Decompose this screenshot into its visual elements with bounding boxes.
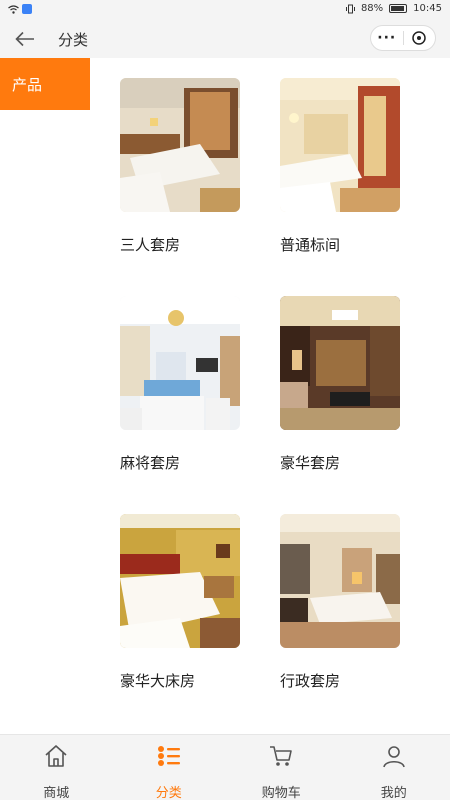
product-image: [120, 296, 240, 430]
tab-me[interactable]: 我的: [338, 735, 450, 800]
product-name: 豪华大床房: [120, 672, 196, 690]
battery-icon: [389, 4, 408, 13]
product-card[interactable]: 普通标间: [280, 78, 402, 255]
product-name: 豪华套房: [280, 454, 341, 472]
product-card[interactable]: 豪华套房: [280, 296, 402, 473]
status-left: [8, 4, 32, 14]
status-right: 88% 10:45: [345, 3, 442, 14]
product-image: [280, 78, 400, 212]
tab-label: 分类: [155, 786, 182, 800]
category-icon: [157, 744, 181, 768]
more-button[interactable]: ···: [371, 25, 403, 51]
product-name: 行政套房: [280, 672, 341, 690]
product-card[interactable]: 三人套房: [120, 78, 242, 255]
wifi-icon: [8, 4, 19, 14]
cart-icon: [269, 744, 293, 768]
vibrate-icon: [345, 4, 355, 13]
tab-cart[interactable]: 购物车: [225, 735, 338, 800]
product-grid: 三人套房 普通标间 麻将套房 豪华套房 豪华大床房 行政套房: [90, 58, 450, 734]
back-button[interactable]: [12, 27, 38, 51]
product-card[interactable]: 豪华大床房: [120, 514, 242, 691]
sidebar-item-label: 产品: [12, 75, 43, 94]
close-button[interactable]: [404, 31, 436, 45]
clock-time: 10:45: [413, 3, 442, 14]
user-icon: [382, 744, 406, 768]
tab-label: 商城: [43, 786, 70, 800]
tab-category[interactable]: 分类: [113, 735, 226, 800]
more-dots-icon: ···: [377, 30, 397, 46]
product-name: 三人套房: [120, 236, 181, 254]
sidebar-item-products[interactable]: 产品: [0, 58, 90, 110]
header-bar: 分类 ···: [0, 20, 450, 58]
mini-program-capsule: ···: [370, 25, 436, 51]
close-circle-icon: [412, 31, 426, 45]
status-bar: 88% 10:45: [0, 0, 450, 20]
bottom-tab-bar: 商城 分类 购物车 我的: [0, 734, 450, 800]
product-image: [280, 296, 400, 430]
product-name: 普通标间: [280, 236, 341, 254]
tab-mall[interactable]: 商城: [0, 735, 113, 800]
product-card[interactable]: 行政套房: [280, 514, 402, 691]
product-image: [120, 514, 240, 648]
page-title: 分类: [58, 31, 89, 49]
tab-label: 购物车: [261, 786, 301, 800]
home-icon: [44, 744, 68, 768]
product-image: [280, 514, 400, 648]
product-name: 麻将套房: [120, 454, 181, 472]
notification-app-icon: [22, 4, 32, 14]
product-card[interactable]: 麻将套房: [120, 296, 242, 473]
product-image: [120, 78, 240, 212]
battery-percent: 88%: [360, 3, 384, 14]
tab-label: 我的: [380, 786, 407, 800]
arrow-left-icon: [15, 31, 34, 47]
category-sidebar: 产品: [0, 58, 90, 734]
